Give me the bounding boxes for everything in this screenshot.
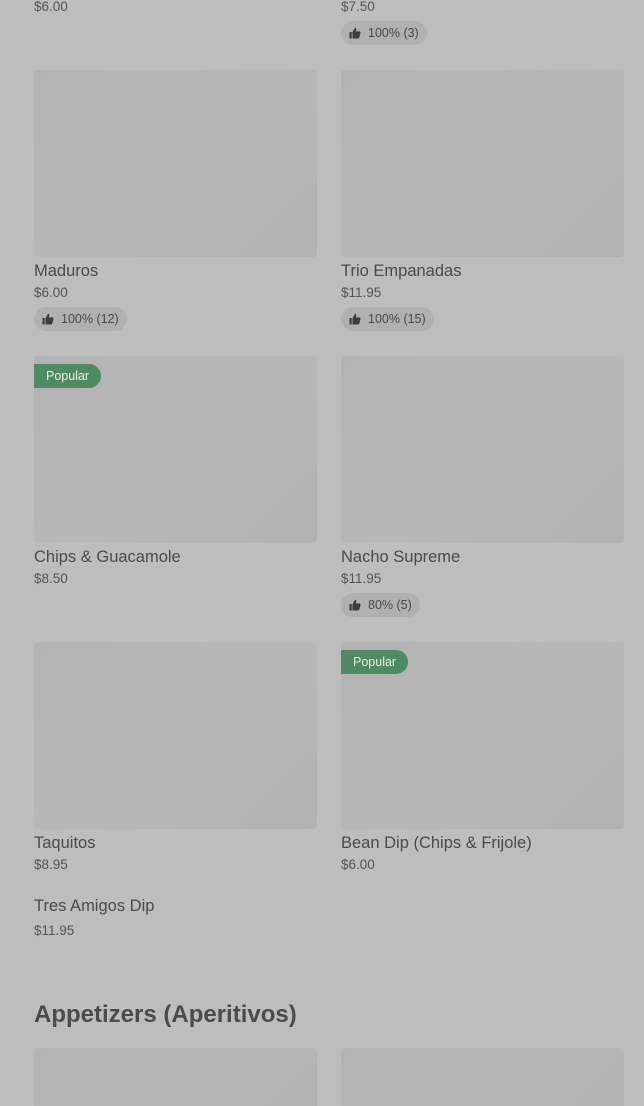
thumbs-up-icon [349, 599, 361, 611]
item-image: Popular [34, 356, 317, 543]
thumbs-up-icon [349, 313, 361, 325]
menu-item-card[interactable]: Maduros $6.00 100% (12) [34, 70, 317, 331]
item-image [34, 642, 317, 829]
item-name: Tres Amigos Dip [34, 897, 155, 915]
rating-pill: 100% (15) [341, 307, 434, 331]
item-price: $7.50 [341, 0, 375, 14]
item-name: Trio Empanadas [341, 262, 462, 280]
item-price: $11.95 [341, 285, 382, 300]
item-price: $11.95 [34, 923, 75, 938]
menu-item-card[interactable]: Trio Empanadas $11.95 100% (15) [341, 70, 624, 331]
menu-item-card[interactable]: Taquitos $8.95 [34, 642, 317, 874]
item-image [341, 356, 624, 543]
popular-badge: Popular [34, 364, 102, 388]
popular-badge: Popular [341, 650, 409, 674]
menu-item-card[interactable]: Nacho Supreme $11.95 80% (5) [341, 356, 624, 617]
item-name: Taquitos [34, 834, 96, 852]
rating-text: 100% (12) [61, 312, 119, 326]
item-name: Chips & Guacamole [34, 548, 181, 566]
menu-item-card[interactable]: $7.50 100% (3) [341, 0, 624, 45]
menu-item-card[interactable]: Popular Bean Dip (Chips & Frijole) $6.00 [341, 642, 624, 874]
rating-pill: 100% (3) [341, 21, 427, 45]
item-image [341, 70, 624, 257]
section-title: Appetizers (Aperitivos) [34, 1001, 297, 1028]
item-price: $6.00 [34, 0, 68, 14]
item-name: Bean Dip (Chips & Frijole) [341, 834, 532, 852]
rating-text: 100% (15) [368, 312, 426, 326]
item-price: $8.50 [34, 571, 68, 586]
item-image [34, 70, 317, 257]
menu-item-card[interactable]: Popular Chips & Guacamole $8.50 [34, 356, 317, 588]
thumbs-up-icon [42, 313, 54, 325]
item-image[interactable] [34, 1048, 317, 1106]
item-name: Nacho Supreme [341, 548, 461, 566]
item-name: Maduros [34, 262, 99, 280]
item-image: Popular [341, 642, 624, 829]
item-image[interactable] [341, 1048, 624, 1106]
rating-pill: 80% (5) [341, 593, 420, 617]
rating-pill: 100% (12) [34, 307, 127, 331]
item-price: $6.00 [341, 857, 375, 872]
rating-text: 80% (5) [368, 598, 412, 612]
item-price: $11.95 [341, 571, 382, 586]
item-price: $6.00 [34, 285, 68, 300]
menu-item-card[interactable]: Tres Amigos Dip $11.95 [34, 896, 317, 940]
menu-item-card[interactable]: $6.00 [34, 0, 317, 16]
thumbs-up-icon [349, 27, 361, 39]
menu-page: $6.00 $7.50 100% (3) Maduros $6.00 100% … [0, 0, 644, 1106]
item-price: $8.95 [34, 857, 68, 872]
rating-text: 100% (3) [368, 26, 419, 40]
